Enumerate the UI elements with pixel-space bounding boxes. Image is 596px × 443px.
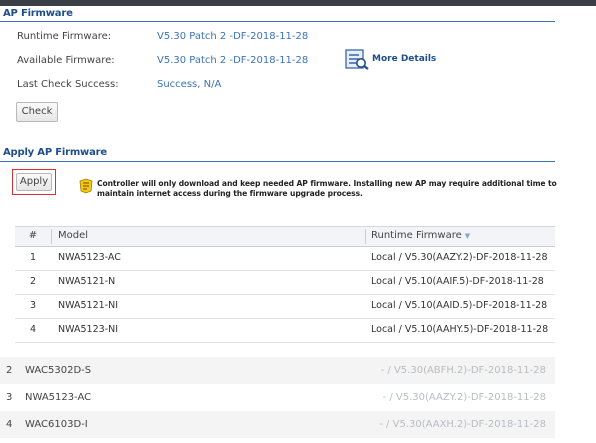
item-model: NWA5123-AC xyxy=(25,392,92,403)
section-divider xyxy=(0,21,555,22)
row-model: NWA5123-AC xyxy=(58,252,121,263)
last-check-label: Last Check Success: xyxy=(17,79,119,90)
ap-firmware-title: AP Firmware xyxy=(3,8,73,19)
item-model: WAC5302D-S xyxy=(25,365,92,376)
header-num: # xyxy=(28,230,38,241)
top-bar xyxy=(0,0,596,6)
last-check-value: Success, N/A xyxy=(157,79,222,90)
runtime-firmware-label: Runtime Firmware: xyxy=(17,31,112,42)
row-num: 1 xyxy=(29,252,37,263)
row-runtime-firmware: Local / V5.10(AAID.5)-DF-2018-11-28 xyxy=(371,300,548,311)
table-row[interactable]: 3 NWA5121-NI Local / V5.10(AAID.5)-DF-20… xyxy=(15,295,555,319)
list-item[interactable]: 2 WAC5302D-S - / V5.30(ABFH.2)-DF-2018-1… xyxy=(0,357,555,384)
available-firmware-value: V5.30 Patch 2 -DF-2018-11-28 xyxy=(157,55,309,66)
item-num: 3 xyxy=(6,392,13,403)
item-model: WAC6103D-I xyxy=(25,419,88,430)
row-runtime-firmware: Local / V5.10(AAHY.5)-DF-2018-11-28 xyxy=(371,324,549,335)
note-icon xyxy=(79,178,93,194)
list-item[interactable]: 3 NWA5123-AC - / V5.30(AAZY.2)-DF-2018-1… xyxy=(0,384,555,411)
column-divider xyxy=(365,229,366,244)
header-runtime-firmware[interactable]: Runtime Firmware ▼ xyxy=(371,230,470,241)
more-details-link[interactable]: More Details xyxy=(345,48,436,70)
table-header: # Model Runtime Firmware ▼ xyxy=(15,226,555,247)
row-model: NWA5121-N xyxy=(58,276,116,287)
available-firmware-label: Available Firmware: xyxy=(17,55,115,66)
item-runtime-firmware: - / V5.30(ABFH.2)-DF-2018-11-28 xyxy=(380,365,546,376)
details-icon xyxy=(345,49,369,70)
notice-text: Controller will only download and keep n… xyxy=(97,179,557,198)
header-model[interactable]: Model xyxy=(58,230,88,241)
more-details-label: More Details xyxy=(372,54,437,64)
sort-descending-icon[interactable]: ▼ xyxy=(465,232,470,240)
table-row[interactable]: 1 NWA5123-AC Local / V5.30(AAZY.2)-DF-20… xyxy=(15,247,555,271)
apply-ap-firmware-title: Apply AP Firmware xyxy=(3,147,107,158)
row-runtime-firmware: Local / V5.10(AAIF.5)-DF-2018-11-28 xyxy=(371,276,544,287)
item-num: 2 xyxy=(6,365,13,376)
runtime-firmware-value: V5.30 Patch 2 -DF-2018-11-28 xyxy=(157,31,309,42)
ap-firmware-table: # Model Runtime Firmware ▼ 1 NWA5123-AC L… xyxy=(15,226,555,343)
apply-button[interactable]: Apply xyxy=(16,173,52,191)
row-model: NWA5123-NI xyxy=(58,324,118,335)
row-num: 3 xyxy=(29,300,37,311)
header-runtime-label: Runtime Firmware xyxy=(371,230,462,241)
row-model: NWA5121-NI xyxy=(58,300,118,311)
row-runtime-firmware: Local / V5.30(AAZY.2)-DF-2018-11-28 xyxy=(371,252,548,263)
table-row[interactable]: 2 NWA5121-N Local / V5.10(AAIF.5)-DF-201… xyxy=(15,271,555,295)
section-divider xyxy=(0,161,555,162)
row-num: 4 xyxy=(29,324,37,335)
check-button[interactable]: Check xyxy=(16,102,58,122)
list-item[interactable]: 4 WAC6103D-I - / V5.30(AAXH.2)-DF-2018-1… xyxy=(0,411,555,438)
item-runtime-firmware: - / V5.30(AAXH.2)-DF-2018-11-28 xyxy=(379,419,546,430)
column-divider xyxy=(51,229,52,244)
table-row[interactable]: 4 NWA5123-NI Local / V5.10(AAHY.5)-DF-20… xyxy=(15,319,555,343)
item-runtime-firmware: - / V5.30(AAZY.2)-DF-2018-11-28 xyxy=(382,392,546,403)
row-num: 2 xyxy=(29,276,37,287)
item-num: 4 xyxy=(6,419,13,430)
